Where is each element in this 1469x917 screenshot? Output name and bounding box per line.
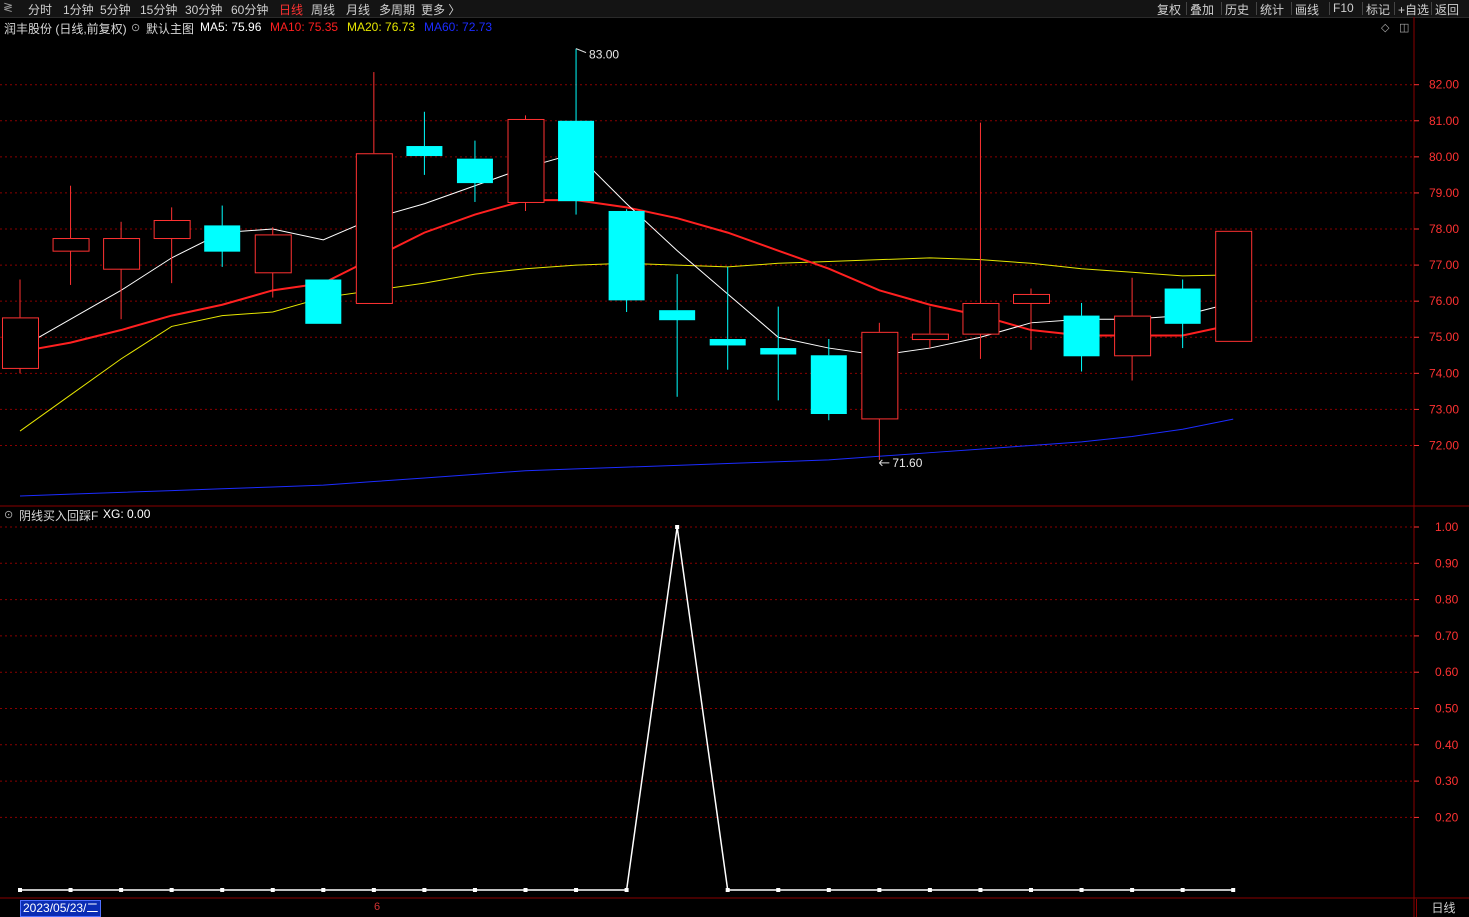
- main-tick-label: 74.00: [1429, 366, 1459, 380]
- sub-tick-label: 0.30: [1435, 774, 1459, 788]
- xg-point: [1231, 888, 1236, 892]
- main-tick-label: 81.00: [1429, 114, 1459, 128]
- high-pointer: [575, 48, 587, 54]
- candle-body: [103, 238, 141, 270]
- candle-body: [456, 158, 493, 184]
- candle-body: [760, 348, 797, 355]
- candle-body: [153, 219, 191, 240]
- sub-tick-label: 0.40: [1435, 738, 1459, 752]
- xg-point: [472, 888, 477, 892]
- xg-point: [1130, 888, 1135, 892]
- main-tick-label: 80.00: [1429, 150, 1459, 164]
- candle-body: [962, 302, 1000, 335]
- xg-point: [826, 888, 831, 892]
- month-marker: 6: [374, 901, 381, 913]
- xg-point: [119, 888, 124, 892]
- candle-body: [355, 153, 393, 304]
- candle-body: [558, 120, 595, 202]
- candle-body: [1063, 315, 1100, 357]
- sub-tick-label: 0.90: [1435, 556, 1459, 570]
- xg-point: [675, 525, 680, 529]
- ma60-line: [19, 418, 1234, 497]
- chart-canvas[interactable]: 72.00 73.00 74.00 75.00 76.00 77.00 78.00 79.00…: [0, 0, 1469, 917]
- xg-point: [725, 888, 730, 892]
- candle-body: [204, 225, 241, 252]
- low-price-label: 71.60: [892, 456, 922, 470]
- candle-body: [1114, 315, 1152, 357]
- xg-point: [927, 888, 932, 892]
- candle-body: [2, 317, 39, 369]
- xg-point: [169, 888, 174, 892]
- candle-body: [52, 238, 90, 252]
- candle-body: [911, 333, 949, 341]
- xg-point: [18, 888, 22, 892]
- period-indicator[interactable]: 日线: [1416, 899, 1469, 917]
- xg-point: [523, 888, 528, 892]
- candle-body: [1164, 288, 1201, 324]
- candle-body: [810, 355, 847, 415]
- xg-point: [624, 888, 629, 892]
- candle-body: [1013, 293, 1050, 304]
- xg-point: [978, 888, 983, 892]
- sub-tick-label: 0.70: [1435, 629, 1459, 643]
- xg-point: [422, 888, 427, 892]
- xg-point: [877, 888, 882, 892]
- main-tick-label: 72.00: [1429, 438, 1459, 452]
- xg-point: [1180, 888, 1185, 892]
- candle-body: [709, 339, 746, 346]
- candle-body: [659, 310, 696, 321]
- sub-tick-label: 0.60: [1435, 665, 1459, 679]
- main-tick-label: 76.00: [1429, 294, 1459, 308]
- candle-body: [861, 331, 899, 420]
- xg-point: [1029, 888, 1033, 892]
- low-pointer: [878, 459, 890, 467]
- xg-point: [574, 888, 579, 892]
- main-tick-label: 78.00: [1429, 222, 1459, 236]
- main-tick-label: 82.00: [1429, 78, 1459, 92]
- xg-point: [776, 888, 781, 892]
- high-price-label: 83.00: [589, 48, 619, 62]
- xg-point: [1079, 888, 1084, 892]
- candle-body: [254, 234, 292, 274]
- main-tick-label: 79.00: [1429, 186, 1459, 200]
- xg-point: [270, 888, 275, 892]
- main-tick-label: 73.00: [1429, 402, 1459, 416]
- sub-tick-label: 0.50: [1435, 702, 1459, 716]
- candle-body: [406, 146, 443, 157]
- xg-point: [68, 888, 73, 892]
- xg-point: [220, 888, 225, 892]
- main-tick-label: 77.00: [1429, 258, 1459, 272]
- candle-body: [608, 210, 645, 301]
- xg-point: [371, 888, 376, 892]
- sub-tick-label: 0.80: [1435, 593, 1459, 607]
- main-tick-label: 75.00: [1429, 330, 1459, 344]
- sub-tick-label: 0.20: [1435, 810, 1459, 824]
- candle-body: [507, 118, 545, 203]
- sub-tick-label: 1.00: [1435, 520, 1459, 534]
- cursor-date-label: 2023/05/23/二: [20, 900, 102, 917]
- candle-body: [305, 279, 342, 324]
- candle-body: [1215, 230, 1253, 342]
- xg-point: [321, 888, 326, 892]
